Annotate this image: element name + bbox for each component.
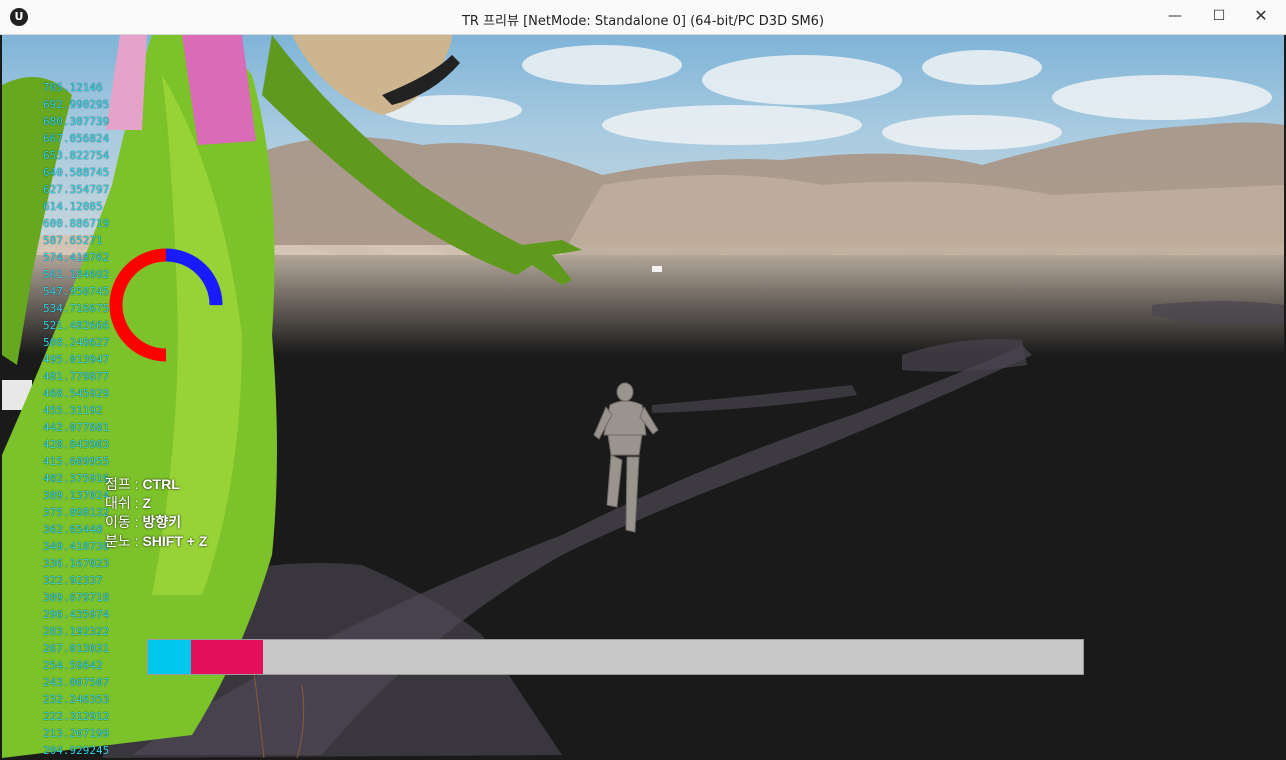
debug-value: 574.418762 bbox=[43, 251, 110, 264]
debug-value: 222.312912 bbox=[43, 710, 110, 723]
debug-value: 600.886719 bbox=[43, 217, 110, 230]
debug-value: 653.822754 bbox=[43, 149, 110, 162]
control-row: 대쉬 : Z bbox=[105, 494, 207, 513]
debug-value: 283.192322 bbox=[43, 625, 110, 638]
debug-value: 705.12146 bbox=[43, 81, 103, 94]
debug-value: 267.013031 bbox=[43, 642, 110, 655]
close-button[interactable]: ✕ bbox=[1240, 0, 1282, 32]
debug-value: 232.246353 bbox=[43, 693, 110, 706]
control-action: 이동 : bbox=[105, 514, 143, 530]
title-bar[interactable]: U TR 프리뷰 [NetMode: Standalone 0] (64-bit… bbox=[0, 0, 1286, 35]
debug-value: 322.92337 bbox=[43, 574, 103, 587]
game-viewport[interactable]: 705.12146 692.990295 680.307739 667.056824 6… bbox=[2, 35, 1284, 758]
debug-value: 362.65448 bbox=[43, 523, 103, 536]
debug-value: 614.12085 bbox=[43, 200, 103, 213]
debug-value: 547.950745 bbox=[43, 285, 110, 298]
debug-value-list: 705.12146 692.990295 680.307739 667.056824 6… bbox=[43, 79, 109, 758]
debug-value: 309.679718 bbox=[43, 591, 110, 604]
ring-gauge bbox=[109, 248, 223, 362]
control-action: 분노 : bbox=[105, 533, 143, 549]
controls-help: 점프 : CTRL 대쉬 : Z 이동 : 방향키 분노 : SHIFT + Z bbox=[105, 475, 207, 551]
window-title: TR 프리뷰 [NetMode: Standalone 0] (64-bit/P… bbox=[461, 14, 825, 29]
debug-value: 428.843903 bbox=[43, 438, 110, 451]
debug-value: 561.184692 bbox=[43, 268, 110, 281]
debug-value: 296.435974 bbox=[43, 608, 110, 621]
progress-bar bbox=[147, 639, 1084, 675]
control-key: CTRL bbox=[142, 476, 180, 492]
debug-value: 336.167023 bbox=[43, 557, 110, 570]
debug-value: 389.137024 bbox=[43, 489, 110, 502]
minimize-button[interactable]: — bbox=[1154, 0, 1196, 32]
debug-value: 640.588745 bbox=[43, 166, 110, 179]
debug-value: 455.31192 bbox=[43, 404, 103, 417]
control-key: SHIFT + Z bbox=[142, 533, 208, 549]
control-row: 이동 : 방향키 bbox=[105, 513, 207, 532]
debug-value: 468.545929 bbox=[43, 387, 110, 400]
debug-value: 243.007507 bbox=[43, 676, 110, 689]
debug-value: 254.59642 bbox=[43, 659, 103, 672]
debug-value: 534.716675 bbox=[43, 302, 110, 315]
debug-value: 213.207199 bbox=[43, 727, 110, 740]
control-action: 대쉬 : bbox=[105, 495, 143, 511]
debug-value: 415.609955 bbox=[43, 455, 110, 468]
debug-value: 667.056824 bbox=[43, 132, 110, 145]
game-window: U TR 프리뷰 [NetMode: Standalone 0] (64-bit… bbox=[0, 0, 1286, 760]
debug-value: 627.354797 bbox=[43, 183, 110, 196]
control-row: 점프 : CTRL bbox=[105, 475, 207, 494]
control-action: 점프 : bbox=[105, 476, 143, 492]
debug-value: 692.990295 bbox=[43, 98, 110, 111]
debug-value: 402.375916 bbox=[43, 472, 110, 485]
progress-segment-cyan bbox=[148, 640, 191, 674]
debug-value: 204.929245 bbox=[43, 744, 110, 757]
debug-value: 521.482666 bbox=[43, 319, 110, 332]
control-key: Z bbox=[142, 495, 151, 511]
control-row: 분노 : SHIFT + Z bbox=[105, 532, 207, 551]
distant-cube bbox=[652, 266, 662, 272]
debug-value: 495.013947 bbox=[43, 353, 110, 366]
debug-value: 587.65271 bbox=[43, 234, 103, 247]
control-key: 방향키 bbox=[142, 514, 182, 530]
debug-value: 442.077881 bbox=[43, 421, 110, 434]
debug-value: 481.779877 bbox=[43, 370, 110, 383]
progress-segment-pink bbox=[191, 640, 263, 674]
maximize-button[interactable]: ☐ bbox=[1198, 0, 1240, 32]
debug-value: 375.898132 bbox=[43, 506, 110, 519]
debug-value: 349.410736 bbox=[43, 540, 110, 553]
debug-value: 508.248627 bbox=[43, 336, 110, 349]
debug-value: 680.307739 bbox=[43, 115, 110, 128]
